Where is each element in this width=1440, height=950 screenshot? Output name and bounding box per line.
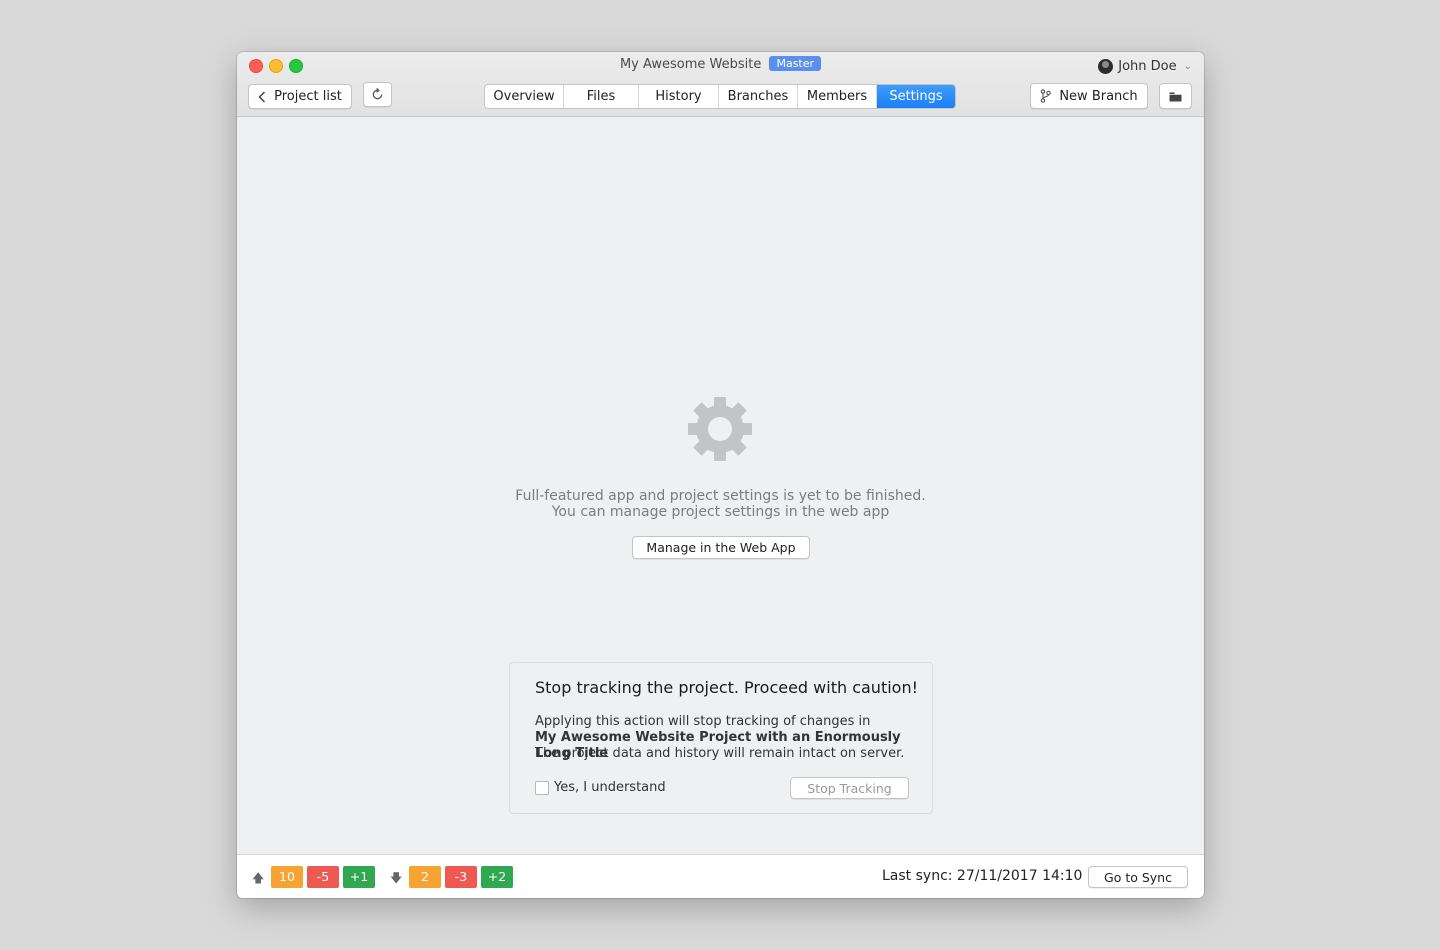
status-bar: 🡅 10 -5 +1 🡇 2 -3 +2 Last sync: 27/11/20…: [237, 854, 1204, 898]
branch-badge[interactable]: Master: [769, 56, 822, 71]
stop-tracking-button[interactable]: Stop Tracking: [790, 777, 909, 799]
caution-title: Stop tracking the project. Proceed with …: [535, 678, 918, 697]
arrow-up-icon: 🡅: [252, 871, 265, 885]
window-title: My Awesome Website Master: [237, 56, 1204, 74]
message-line-2: You can manage project settings in the w…: [551, 504, 890, 520]
project-list-button[interactable]: Project list: [248, 84, 352, 109]
tab-history[interactable]: History: [639, 85, 719, 108]
understand-checkbox[interactable]: [535, 780, 549, 795]
folder-icon: [1169, 92, 1182, 101]
arrow-down-icon: 🡇: [390, 871, 403, 885]
download-changed-count: 2: [409, 866, 441, 888]
tab-branches[interactable]: Branches: [719, 85, 798, 108]
caution-text-1: Applying this action will stop tracking …: [535, 714, 871, 729]
user-name: John Doe: [1118, 58, 1177, 74]
manage-in-web-app-button[interactable]: Manage in the Web App: [632, 536, 810, 559]
caution-text-3: The project data and history will remain…: [535, 746, 905, 761]
user-menu[interactable]: John Doe ⌄: [1098, 57, 1192, 75]
download-removed-count: -3: [445, 866, 477, 888]
chevron-left-icon: [258, 90, 266, 103]
upload-added-count: +1: [343, 866, 375, 888]
understand-checkbox-row[interactable]: Yes, I understand: [535, 780, 666, 795]
message-line-1: Full-featured app and project settings i…: [515, 488, 926, 504]
tab-settings[interactable]: Settings: [877, 85, 955, 108]
open-folder-button[interactable]: [1159, 83, 1192, 109]
new-branch-label: New Branch: [1059, 88, 1138, 104]
go-to-sync-button[interactable]: Go to Sync: [1088, 866, 1188, 888]
upload-removed-count: -5: [307, 866, 339, 888]
last-sync-time: Last sync: 27/11/2017 14:10: [882, 868, 1083, 884]
toolbar: My Awesome Website Master John Doe ⌄ Pro…: [237, 52, 1204, 117]
new-branch-button[interactable]: New Branch: [1030, 83, 1148, 109]
tab-files[interactable]: Files: [564, 85, 639, 108]
project-list-label: Project list: [274, 89, 342, 104]
avatar: [1098, 58, 1114, 74]
refresh-icon: [372, 88, 383, 100]
understand-label: Yes, I understand: [554, 780, 666, 795]
app-window: My Awesome Website Master John Doe ⌄ Pro…: [237, 52, 1204, 898]
tab-overview[interactable]: Overview: [485, 85, 564, 108]
tab-members[interactable]: Members: [798, 85, 877, 108]
stop-tracking-panel: Stop tracking the project. Proceed with …: [509, 662, 933, 814]
download-added-count: +2: [481, 866, 513, 888]
settings-placeholder-message: Full-featured app and project settings i…: [237, 488, 1204, 520]
project-title: My Awesome Website: [619, 57, 762, 72]
branch-icon: [1041, 89, 1052, 103]
tab-bar: Overview Files History Branches Members …: [484, 84, 956, 109]
upload-changed-count: 10: [271, 866, 303, 888]
refresh-button[interactable]: [363, 82, 392, 107]
gear-icon: [686, 395, 754, 463]
chevron-down-icon: ⌄: [1183, 60, 1192, 72]
